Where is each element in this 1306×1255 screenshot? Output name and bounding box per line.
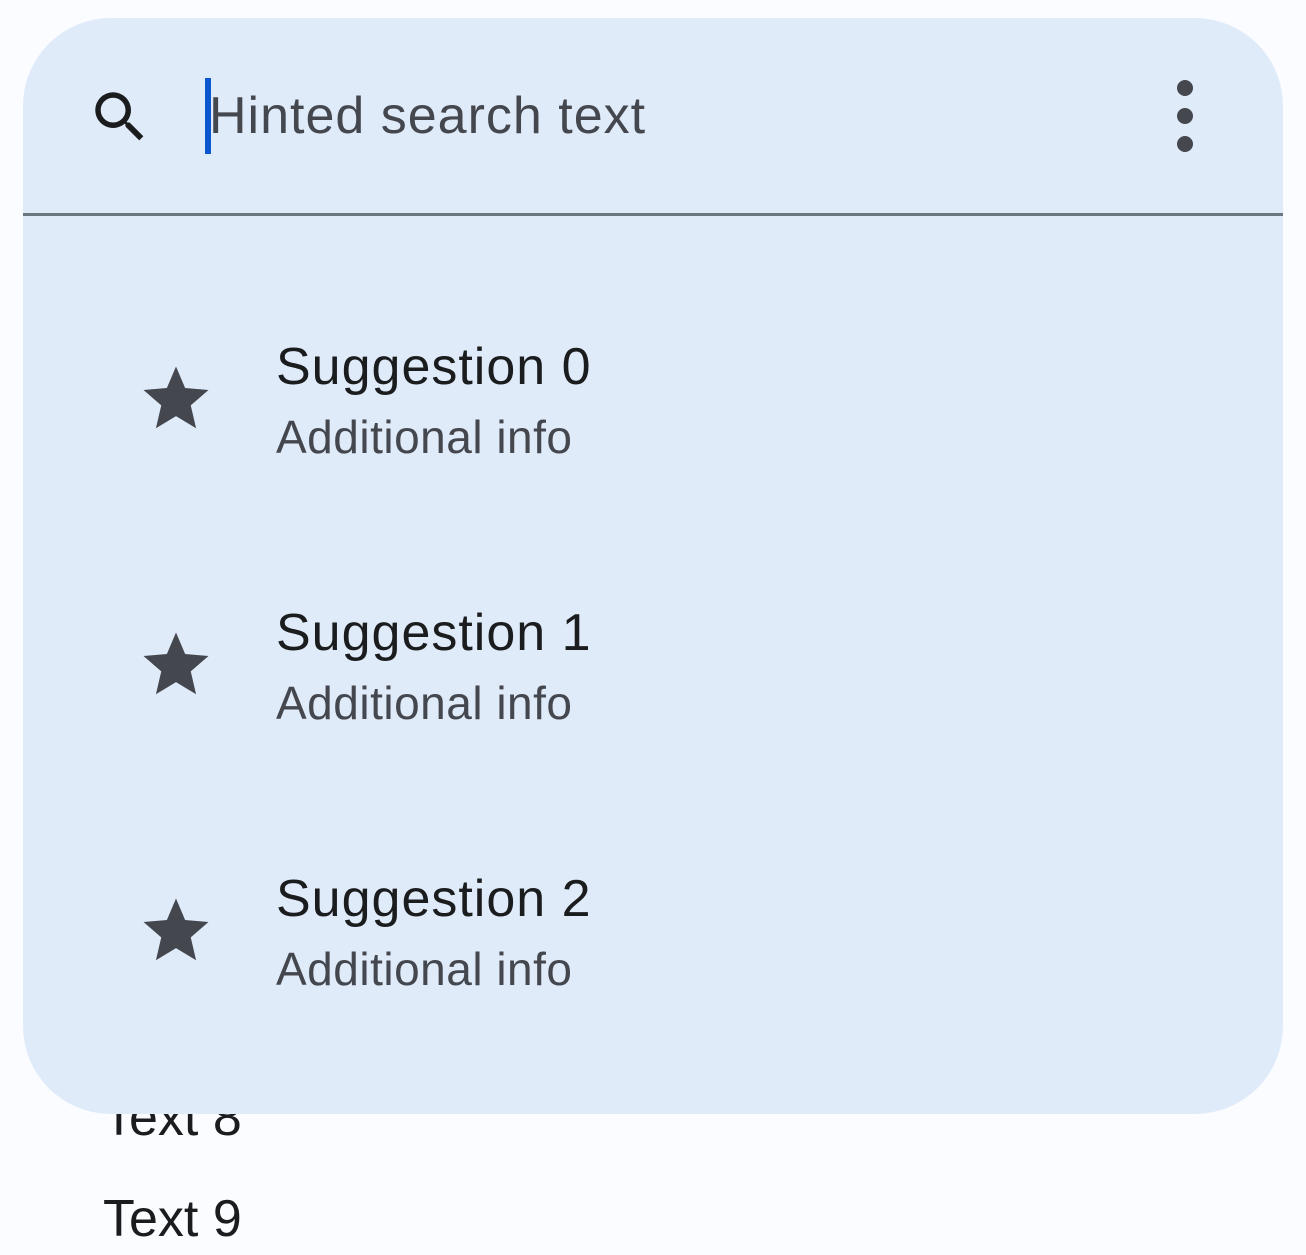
text-cursor (205, 78, 211, 154)
search-icon[interactable] (87, 84, 153, 150)
list-item[interactable]: Text 9 (103, 1193, 242, 1245)
app-screen: Text 8 Text 9 Suggestion 0 Additional (0, 0, 1306, 1255)
suggestion-item[interactable]: Suggestion 1 Additional info (23, 482, 1283, 748)
suggestion-item[interactable]: Suggestion 0 Additional info (23, 216, 1283, 482)
star-icon (143, 898, 209, 961)
star-icon (143, 366, 209, 429)
suggestion-subtitle: Additional info (276, 677, 573, 729)
suggestion-item[interactable]: Suggestion 2 Additional info (23, 748, 1283, 1014)
star-icon (143, 632, 209, 695)
more-vert-icon[interactable] (1145, 74, 1225, 158)
suggestion-title: Suggestion 0 (276, 338, 592, 396)
suggestion-subtitle: Additional info (276, 943, 573, 995)
search-view: Suggestion 0 Additional info Suggestion … (23, 18, 1283, 1114)
suggestion-title: Suggestion 1 (276, 604, 592, 662)
suggestion-title: Suggestion 2 (276, 870, 592, 928)
search-input[interactable] (209, 76, 1109, 156)
search-bar (23, 18, 1283, 214)
suggestion-subtitle: Additional info (276, 411, 573, 463)
